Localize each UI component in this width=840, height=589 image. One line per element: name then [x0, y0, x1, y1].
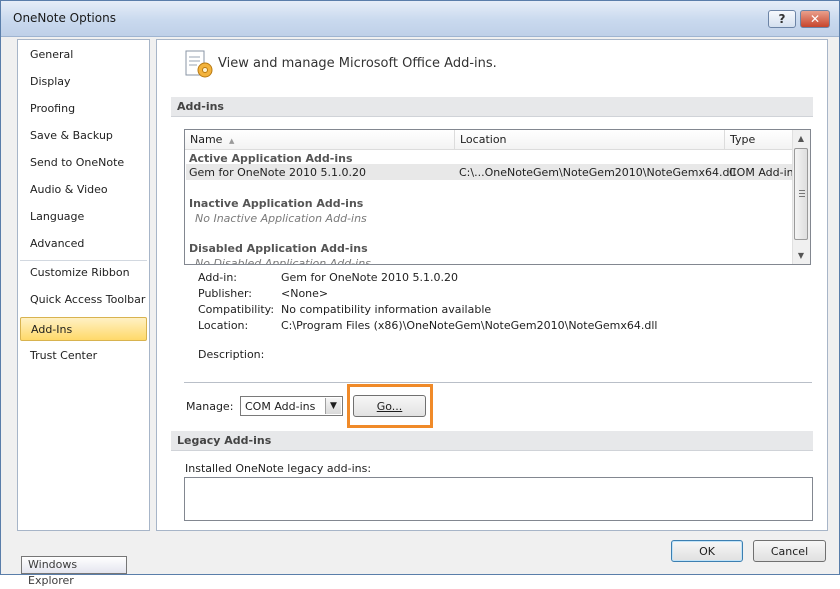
- legacy-section-header: Legacy Add-ins: [171, 431, 813, 451]
- location-label: Location:: [198, 319, 249, 332]
- addin-label: Add-in:: [198, 271, 237, 284]
- column-header-type[interactable]: Type: [725, 130, 795, 150]
- column-header-name[interactable]: Name ▲: [185, 130, 455, 150]
- chevron-down-icon[interactable]: ▼: [325, 398, 341, 414]
- cancel-button[interactable]: Cancel: [753, 540, 826, 562]
- add-ins-icon: [185, 50, 213, 78]
- addin-type-cell: COM Add-in: [729, 166, 794, 179]
- divider: [184, 382, 812, 383]
- help-icon: ?: [778, 12, 786, 26]
- addin-location-cell: C:\...OneNoteGem\NoteGem2010\NoteGemx64.…: [459, 166, 736, 179]
- nav-item-save-backup[interactable]: Save & Backup: [20, 124, 147, 148]
- close-button[interactable]: ✕: [800, 10, 830, 28]
- scroll-down-icon[interactable]: ▼: [793, 247, 809, 263]
- nav-item-add-ins[interactable]: Add-Ins: [20, 317, 147, 341]
- add-ins-panel: View and manage Microsoft Office Add-ins…: [156, 39, 828, 531]
- nav-item-customize-ribbon[interactable]: Customize Ribbon: [20, 261, 147, 285]
- compatibility-value: No compatibility information available: [281, 303, 492, 316]
- nav-item-trust-center[interactable]: Trust Center: [20, 344, 147, 368]
- addin-name-cell: Gem for OneNote 2010 5.1.0.20: [189, 166, 367, 179]
- ok-button[interactable]: OK: [671, 540, 743, 562]
- nav-item-general[interactable]: General: [20, 43, 147, 67]
- scroll-up-icon[interactable]: ▲: [793, 130, 809, 146]
- publisher-value: <None>: [281, 287, 329, 300]
- manage-select[interactable]: COM Add-ins ▼: [240, 396, 343, 416]
- legacy-add-ins-list[interactable]: [184, 477, 813, 521]
- windows-explorer-tooltip: Windows Explorer: [21, 556, 127, 587]
- sort-ascending-icon: ▲: [228, 137, 235, 145]
- nav-item-send-to-onenote[interactable]: Send to OneNote: [20, 151, 147, 175]
- disabled-empty-text: No Disabled Application Add-ins: [195, 257, 371, 265]
- publisher-label: Publisher:: [198, 287, 253, 300]
- title-bar: OneNote Options ? ✕: [1, 1, 839, 37]
- manage-label: Manage:: [186, 400, 234, 413]
- nav-item-display[interactable]: Display: [20, 70, 147, 94]
- location-value: C:\Program Files (x86)\OneNoteGem\NoteGe…: [281, 319, 658, 332]
- compatibility-label: Compatibility:: [198, 303, 275, 316]
- nav-item-proofing[interactable]: Proofing: [20, 97, 147, 121]
- nav-item-language[interactable]: Language: [20, 205, 147, 229]
- options-dialog: OneNote Options ? ✕ General Display Proo…: [0, 0, 840, 575]
- window-title: OneNote Options: [13, 11, 116, 25]
- description-label: Description:: [198, 348, 265, 361]
- nav-item-audio-video[interactable]: Audio & Video: [20, 178, 147, 202]
- go-button[interactable]: Go...: [353, 395, 426, 417]
- group-inactive-add-ins: Inactive Application Add-ins: [189, 197, 364, 210]
- add-ins-section-header: Add-ins: [171, 97, 813, 117]
- nav-item-advanced[interactable]: Advanced: [20, 232, 147, 256]
- page-heading: View and manage Microsoft Office Add-ins…: [218, 56, 497, 71]
- add-ins-list[interactable]: Name ▲ Location Type Active Application …: [184, 129, 811, 265]
- inactive-empty-text: No Inactive Application Add-ins: [195, 212, 367, 225]
- options-nav: General Display Proofing Save & Backup S…: [17, 39, 150, 531]
- help-button[interactable]: ?: [768, 10, 796, 28]
- close-icon: ✕: [809, 12, 821, 26]
- addin-value: Gem for OneNote 2010 5.1.0.20: [281, 271, 459, 284]
- manage-select-value: COM Add-ins: [245, 400, 316, 413]
- column-header-location[interactable]: Location: [455, 130, 725, 150]
- vertical-scrollbar[interactable]: ▲ ▼: [792, 130, 810, 264]
- scroll-thumb[interactable]: [794, 148, 808, 240]
- group-disabled-add-ins: Disabled Application Add-ins: [189, 242, 368, 255]
- legacy-add-ins-label: Installed OneNote legacy add-ins:: [185, 462, 372, 475]
- nav-item-quick-access-toolbar[interactable]: Quick Access Toolbar: [20, 288, 147, 312]
